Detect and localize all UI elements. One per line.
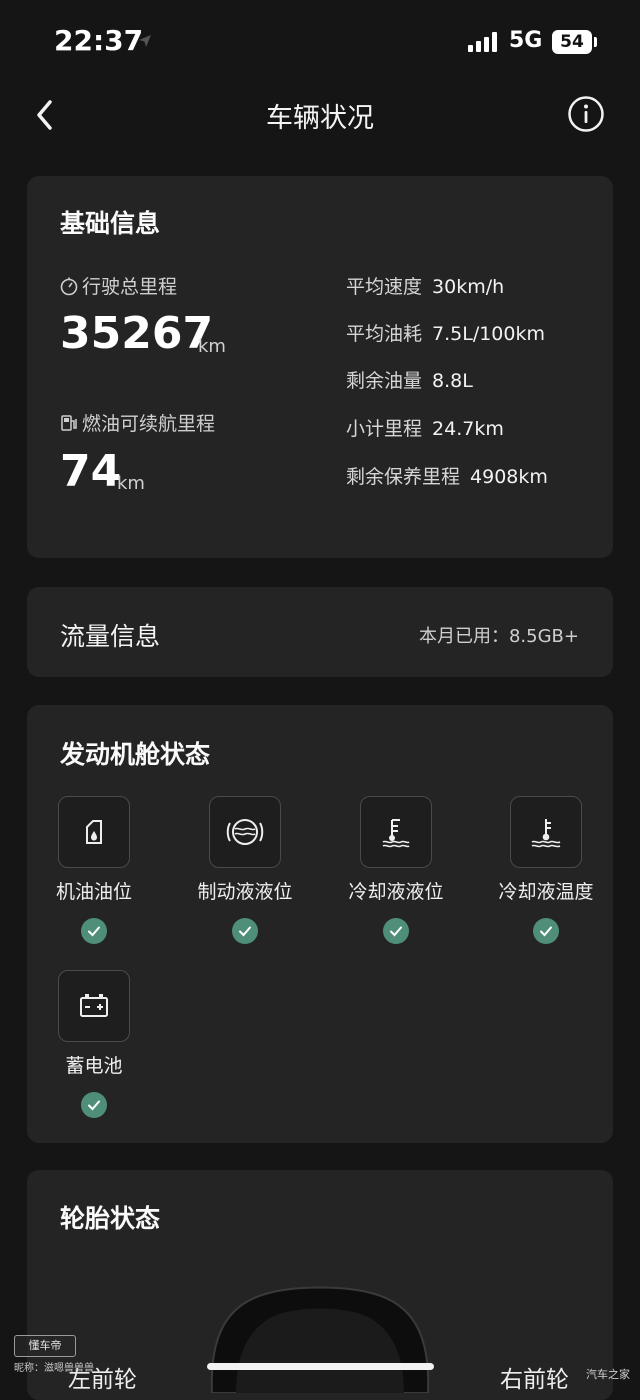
engine-status-title: 发动机舱状态 [60,740,211,769]
check-icon [383,918,409,944]
timer-icon [60,277,78,295]
info-icon[interactable] [567,95,605,133]
stat-label: 剩余油量 [346,370,423,392]
engine-item-label: 蓄电池 [65,1055,123,1077]
data-usage-card[interactable]: 流量信息 本月已用：8.5GB+ [27,587,613,677]
status-time: 22:37 [54,24,144,57]
check-icon [533,918,559,944]
stat-label: 平均速度 [346,276,423,298]
coolant-temp-icon [510,796,582,868]
stat-value: 30km/h [432,276,505,298]
tire-status-title: 轮胎状态 [60,1204,161,1233]
check-icon [81,918,107,944]
coolant-level-icon [360,796,432,868]
data-usage-title: 流量信息 [60,622,161,651]
total-mileage-value: 35267 [60,308,214,359]
home-indicator[interactable] [207,1363,434,1370]
stat-value: 4908km [470,466,548,488]
watermark-nickname: 昵称：滋嗯兽兽兽 [14,1363,94,1374]
stat-label: 平均油耗 [346,323,423,345]
stat-trip: 小计里程 24.7km [346,414,504,441]
total-mileage-label: 行驶总里程 [82,276,178,298]
total-mileage-label-row: 行驶总里程 [59,272,177,299]
battery-tip [594,37,597,47]
engine-item-label: 冷却液温度 [498,881,594,903]
check-icon [232,918,258,944]
engine-item-label: 冷却液液位 [348,881,444,903]
range-unit: km [117,473,145,494]
engine-item-oil[interactable]: 机油油位 [24,796,164,944]
engine-item-label: 机油油位 [55,881,132,903]
stat-value: 24.7km [432,418,504,440]
fuel-pump-icon [61,414,77,431]
engine-item-brake[interactable]: 制动液液位 [175,796,315,944]
stat-avg-fuel: 平均油耗 7.5L/100km [346,319,545,346]
basic-info-card: 基础信息 行驶总里程 35267 km 燃油可续航里程 74 km 平均速度 30… [27,176,613,558]
location-arrow-icon [139,35,151,47]
stat-label: 剩余保养里程 [346,466,461,488]
network-type: 5G [509,28,543,53]
engine-status-card: 发动机舱状态 机油油位 制动液液位 冷却液液位 冷却液温度 蓄电池 [27,705,613,1143]
basic-info-title: 基础信息 [60,209,161,238]
watermark-logo: 懂车帝 [14,1335,76,1357]
range-label-row: 燃油可续航里程 [59,409,215,436]
engine-item-coolant-level[interactable]: 冷却液液位 [326,796,466,944]
stat-maintenance: 剩余保养里程 4908km [346,462,548,489]
signal-icon [468,32,497,52]
range-value: 74 [60,446,122,497]
check-icon [81,1092,107,1118]
tire-front-right-label: 右前轮 [500,1367,569,1393]
stat-remaining-fuel: 剩余油量 8.8L [346,366,473,393]
stat-label: 小计里程 [346,418,423,440]
watermark-right: 汽车之家 [586,1368,630,1381]
brake-fluid-icon [209,796,281,868]
page-title: 车辆状况 [266,103,374,134]
battery-level: 54 [552,30,592,54]
data-usage-value: 本月已用：8.5GB+ [418,626,579,647]
battery-icon [58,970,130,1042]
range-label: 燃油可续航里程 [82,413,216,435]
engine-item-label: 制动液液位 [197,881,293,903]
oil-can-icon [58,796,130,868]
stat-value: 8.8L [432,370,473,392]
stat-avg-speed: 平均速度 30km/h [346,272,504,299]
engine-item-battery[interactable]: 蓄电池 [24,970,164,1118]
engine-item-coolant-temp[interactable]: 冷却液温度 [476,796,616,944]
nav-bar: 车辆状况 [0,86,640,146]
car-top-view-image [210,1286,430,1393]
stat-value: 7.5L/100km [432,323,545,345]
status-bar: 22:37 5G 54 [0,0,640,86]
total-mileage-unit: km [198,336,226,357]
